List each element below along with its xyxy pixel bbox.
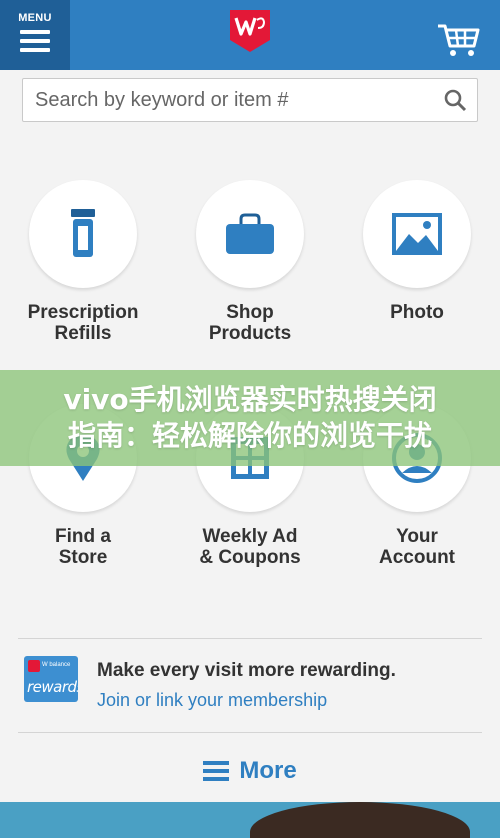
hamburger-icon xyxy=(20,30,50,57)
overlay-title-line-2: 指南：轻松解除你的浏览干扰 xyxy=(67,419,432,452)
tile-label: Prescription Refills xyxy=(27,302,139,344)
menu-button[interactable]: MENU xyxy=(0,0,70,70)
photo-icon xyxy=(392,213,442,255)
tile-label: Find a Store xyxy=(55,526,111,568)
photo-circle xyxy=(363,180,471,288)
more-button[interactable]: More xyxy=(0,757,500,785)
top-header: MENU xyxy=(0,0,500,70)
overlay-title-line-1: vivo手机浏览器实时热搜关闭 xyxy=(63,383,437,416)
pill-bottle-icon xyxy=(71,209,95,257)
more-label: More xyxy=(239,757,297,784)
search-icon[interactable] xyxy=(433,78,477,122)
tile-label: Photo xyxy=(390,302,444,323)
tile-shop-products[interactable]: Shop Products xyxy=(167,180,333,344)
tile-label: Shop Products xyxy=(208,302,292,344)
tile-prescription-refills[interactable]: Prescription Refills xyxy=(0,180,166,344)
overlay-banner: vivo手机浏览器实时热搜关闭 指南：轻松解除你的浏览干扰 xyxy=(0,370,500,466)
menu-label: MENU xyxy=(18,12,52,24)
rewards-card-icon[interactable]: W balance rewards xyxy=(24,656,78,702)
rewards-card-text: rewards xyxy=(27,678,78,696)
tile-label: Your Account xyxy=(379,526,455,568)
search-input[interactable] xyxy=(23,79,433,121)
rewards-title: Make every visit more rewarding. xyxy=(97,660,396,681)
tile-label: Weekly Ad & Coupons xyxy=(199,526,301,568)
list-icon xyxy=(203,757,230,785)
tile-photo[interactable]: Photo xyxy=(334,180,500,323)
shop-circle xyxy=(196,180,304,288)
shopping-bag-icon xyxy=(226,213,274,254)
rewards-card-small-text: W balance xyxy=(42,662,71,668)
walgreens-logo[interactable] xyxy=(228,8,272,54)
join-membership-link[interactable]: Join or link your membership xyxy=(97,690,327,711)
divider xyxy=(18,732,482,733)
promo-banner-image[interactable] xyxy=(0,802,500,838)
prescription-circle xyxy=(29,180,137,288)
divider xyxy=(18,638,482,639)
search-bar xyxy=(22,78,478,122)
cart-icon[interactable] xyxy=(436,22,480,58)
